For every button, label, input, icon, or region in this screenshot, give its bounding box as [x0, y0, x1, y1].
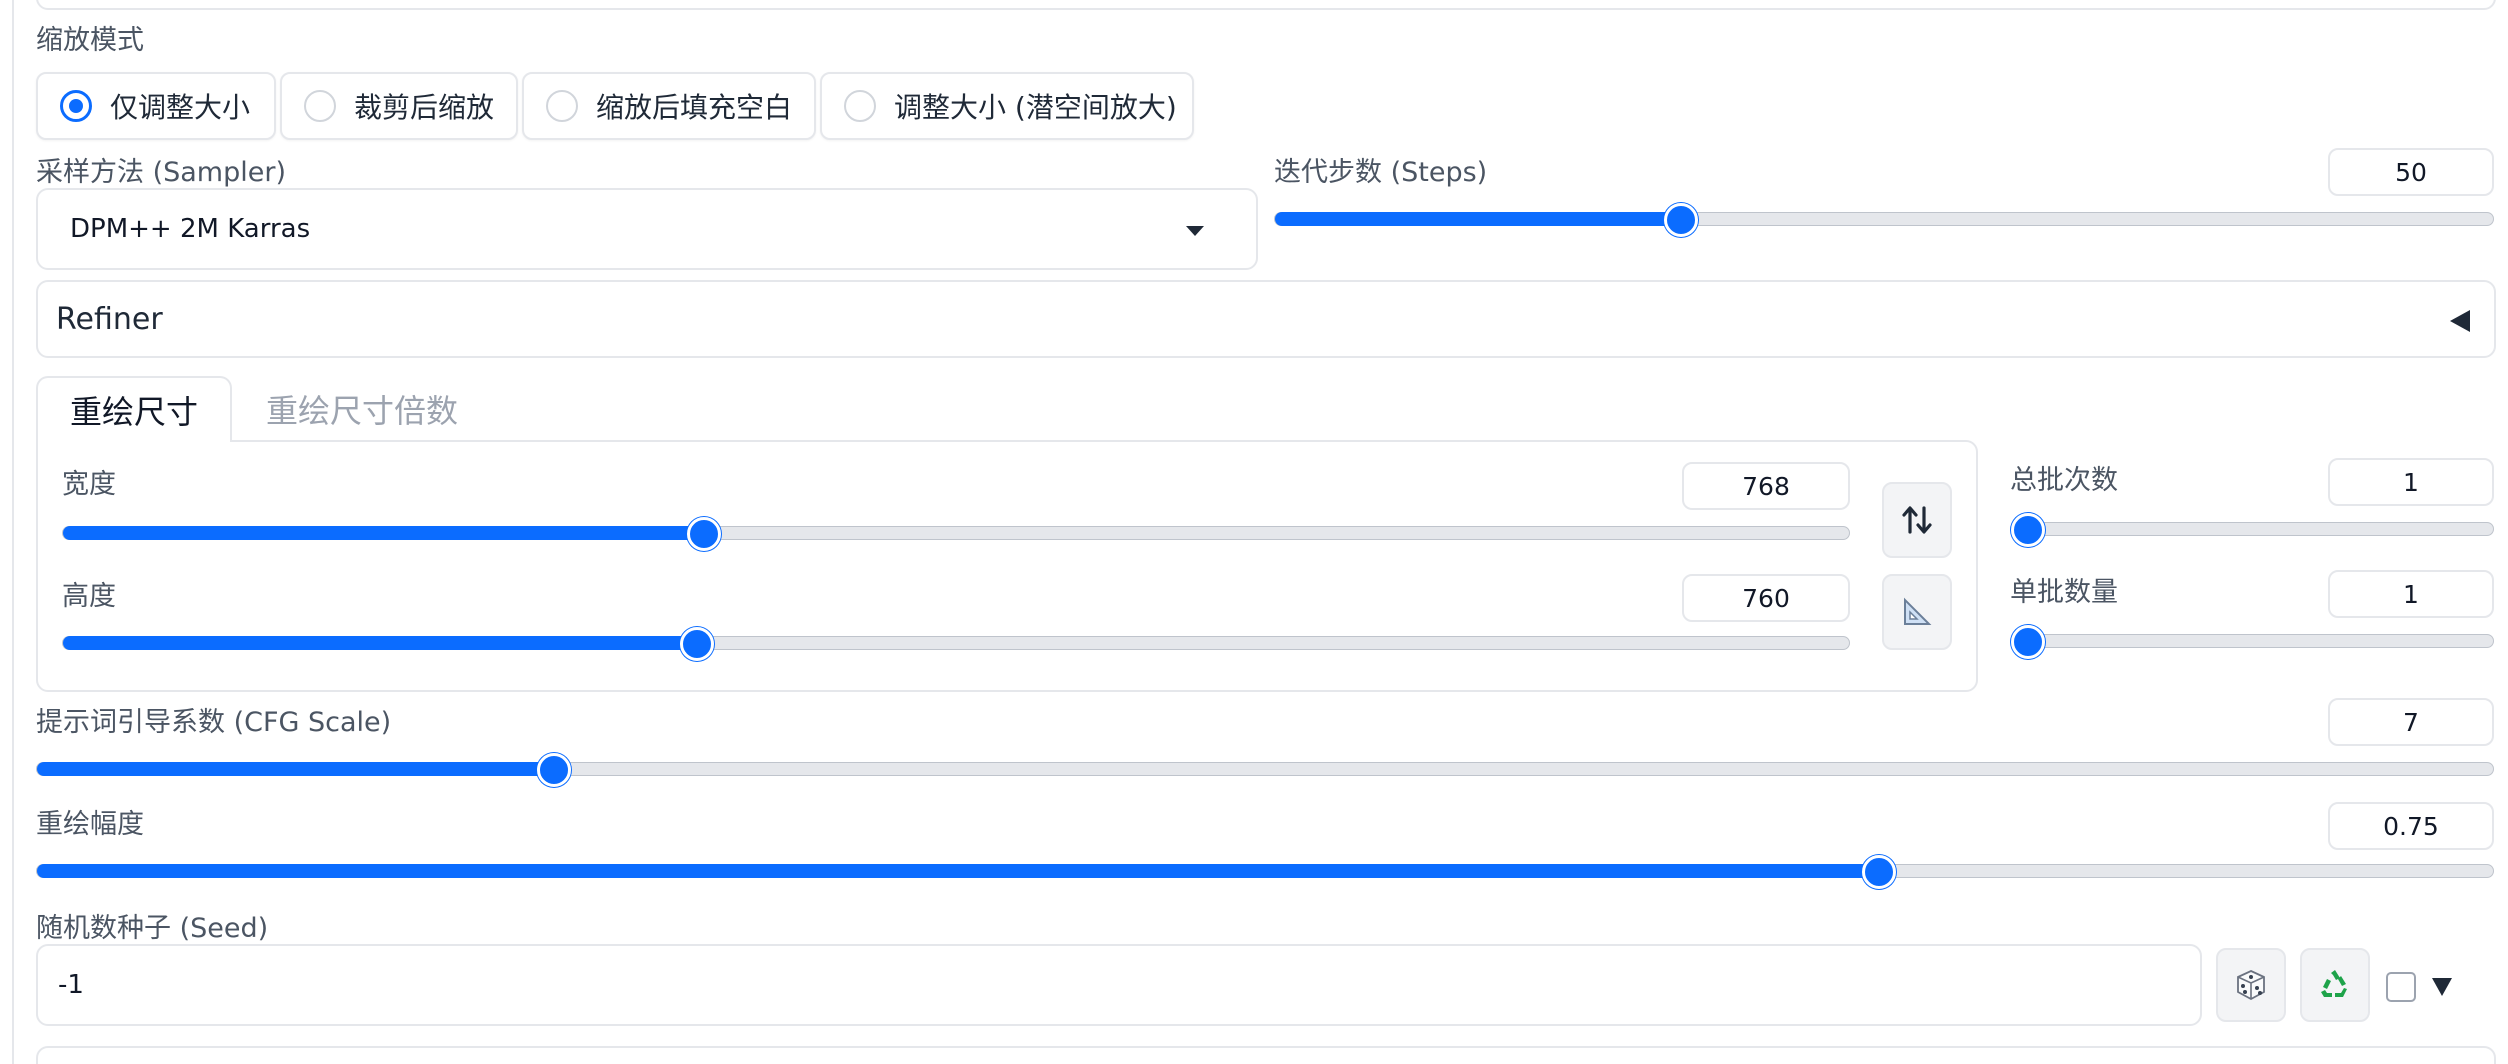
radio-dot [60, 90, 92, 122]
slider-thumb[interactable] [687, 517, 722, 551]
width-slider[interactable] [62, 517, 1850, 551]
batch-count-number-input[interactable]: 1 [2328, 458, 2494, 506]
slider-thumb[interactable] [1862, 855, 1896, 889]
steps-label: 迭代步数 (Steps) [1274, 157, 1488, 188]
radio-dot [844, 90, 876, 122]
radio-label: 裁剪后缩放 [354, 91, 495, 124]
chevron-down-icon [1186, 226, 1204, 236]
radio-crop-and-resize[interactable]: 裁剪后缩放 [280, 72, 518, 140]
triangle-left-icon [2450, 310, 2470, 332]
slider-fill [37, 762, 554, 776]
radio-label: 缩放后填充空白 [596, 91, 793, 124]
refiner-accordion[interactable]: Refiner [36, 280, 2496, 358]
slider-thumb[interactable] [536, 753, 571, 787]
dice-icon [2237, 970, 2265, 1001]
refiner-title: Refiner [56, 301, 163, 337]
triangle-down-icon[interactable] [2432, 978, 2452, 996]
height-label: 高度 [62, 581, 116, 612]
seed-value: -1 [58, 970, 84, 1000]
slider-fill [63, 636, 698, 650]
aspect-ratio-button[interactable] [1882, 574, 1952, 650]
batch-size-label: 单批数量 [2010, 577, 2118, 608]
slider-thumb[interactable] [1663, 203, 1698, 237]
radio-label: 仅调整大小 [110, 91, 251, 124]
slider-fill [37, 864, 1879, 878]
recycle-icon [2321, 970, 2347, 997]
cfg-scale-label: 提示词引导系数 (CFG Scale) [36, 707, 392, 738]
radio-dot [546, 90, 578, 122]
height-number-input[interactable]: 760 [1682, 574, 1850, 622]
radio-latent-upscale[interactable]: 调整大小 (潜空间放大) [820, 72, 1194, 140]
denoise-number-input[interactable]: 0.75 [2328, 802, 2494, 850]
sampler-dropdown[interactable]: DPM++ 2M Karras [36, 188, 1258, 270]
sampler-value: DPM++ 2M Karras [70, 214, 311, 244]
batch-count-slider[interactable] [2010, 513, 2494, 547]
seed-label: 随机数种子 (Seed) [36, 913, 269, 944]
random-seed-button[interactable] [2216, 948, 2286, 1022]
width-number-input[interactable]: 768 [1682, 462, 1850, 510]
slider-thumb[interactable] [680, 627, 715, 661]
steps-slider[interactable] [1274, 203, 2494, 237]
slider-fill [63, 526, 705, 540]
next-panel [36, 1046, 2496, 1064]
slider-thumb[interactable] [2011, 513, 2045, 547]
left-border [12, 0, 14, 1064]
batch-count-label: 总批次数 [2010, 465, 2118, 496]
batch-size-number-input[interactable]: 1 [2328, 570, 2494, 618]
tab-resize-to[interactable]: 重绘尺寸 [36, 376, 232, 442]
tab-resize-by[interactable]: 重绘尺寸倍数 [232, 376, 492, 442]
radio-label: 调整大小 (潜空间放大) [894, 91, 1177, 124]
swap-dimensions-icon [1902, 506, 1932, 534]
seed-input[interactable]: -1 [36, 944, 2202, 1026]
swap-dimensions-button[interactable] [1882, 482, 1952, 558]
denoise-slider[interactable] [36, 855, 2494, 889]
denoise-label: 重绘幅度 [36, 809, 144, 840]
sampler-label: 采样方法 (Sampler) [36, 157, 286, 188]
triangle-ruler-icon [1904, 597, 1932, 625]
slider-fill [1275, 212, 1681, 226]
slider-thumb[interactable] [2011, 625, 2045, 659]
cfg-scale-slider[interactable] [36, 753, 2494, 787]
radio-resize-only[interactable]: 仅调整大小 [36, 72, 276, 140]
batch-size-slider[interactable] [2010, 625, 2494, 659]
reuse-seed-button[interactable] [2300, 948, 2370, 1022]
steps-number-input[interactable]: 50 [2328, 148, 2494, 196]
height-slider[interactable] [62, 627, 1850, 661]
width-label: 宽度 [62, 469, 116, 500]
previous-panel [36, 0, 2496, 10]
extra-seed-checkbox[interactable] [2386, 972, 2416, 1002]
radio-dot [304, 90, 336, 122]
resize-mode-label: 缩放模式 [36, 25, 144, 56]
cfg-scale-number-input[interactable]: 7 [2328, 698, 2494, 746]
radio-resize-and-fill[interactable]: 缩放后填充空白 [522, 72, 816, 140]
